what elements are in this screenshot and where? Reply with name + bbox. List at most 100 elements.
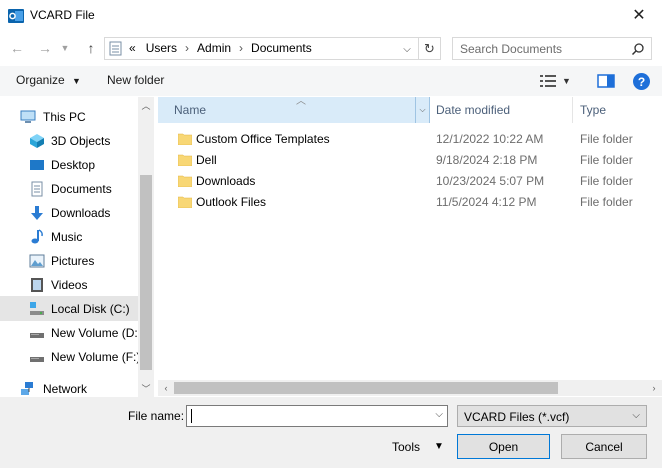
- nav-item-label: Music: [51, 230, 83, 244]
- organize-label: Organize: [16, 73, 65, 87]
- desktop-icon: [30, 160, 44, 170]
- nav-item-label: Documents: [51, 182, 112, 196]
- scroll-up-button[interactable]: ︿: [138, 97, 154, 113]
- tools-button[interactable]: Tools: [392, 440, 420, 454]
- caret-down-icon: ▼: [72, 76, 81, 86]
- drive-icon: [30, 301, 44, 315]
- column-dropdown-button[interactable]: ⌵: [416, 97, 430, 123]
- up-arrow-icon: ↑: [87, 40, 95, 56]
- file-list-header: Name ︿ ⌵ Date modified Type: [158, 96, 662, 123]
- breadcrumb-separator-icon[interactable]: ›: [185, 41, 189, 55]
- nav-item-label: Network: [43, 382, 88, 396]
- recent-locations-button[interactable]: ▼: [58, 38, 72, 58]
- nav-item-videos[interactable]: Videos: [0, 273, 138, 297]
- up-button[interactable]: ↑: [80, 38, 102, 58]
- nav-item-pictures[interactable]: Pictures: [0, 249, 138, 273]
- music-note-icon: [31, 229, 43, 244]
- nav-item-label: 3D Objects: [51, 134, 111, 148]
- text-caret: [191, 409, 192, 423]
- nav-item-music[interactable]: Music: [0, 225, 138, 249]
- search-box[interactable]: Search Documents: [452, 37, 652, 60]
- back-button[interactable]: ←: [6, 38, 28, 58]
- pictures-icon: [29, 254, 45, 268]
- help-icon: ?: [637, 74, 646, 89]
- nav-item-downloads[interactable]: Downloads: [0, 201, 138, 225]
- nav-pane-scroll-thumb[interactable]: [140, 175, 152, 370]
- file-name: Outlook Files: [196, 195, 267, 209]
- new-folder-button[interactable]: New folder: [107, 73, 164, 87]
- column-header-name[interactable]: Name ︿: [158, 96, 416, 123]
- horizontal-scroll-thumb[interactable]: [174, 382, 558, 394]
- drive-icon: [30, 357, 44, 362]
- nav-item-new-volume-f[interactable]: New Volume (F:): [0, 345, 141, 369]
- change-view-button[interactable]: ▼: [540, 73, 580, 89]
- drive-icon: [30, 333, 44, 338]
- breadcrumb-users[interactable]: Users: [146, 41, 177, 55]
- forward-button[interactable]: →: [34, 38, 56, 58]
- 3d-objects-icon: [30, 134, 44, 148]
- nav-item-documents[interactable]: Documents: [0, 177, 138, 201]
- address-bar[interactable]: « Users › Admin › Documents ⌵ ↻: [104, 37, 441, 60]
- scroll-right-button[interactable]: ›: [646, 380, 662, 396]
- close-icon: ✕: [632, 7, 646, 24]
- file-date: 12/1/2022 10:22 AM: [436, 132, 544, 146]
- nav-item-label: Videos: [51, 278, 88, 292]
- file-name: Downloads: [196, 174, 256, 188]
- file-row[interactable]: Dell 9/18/2024 2:18 PM File folder: [158, 149, 662, 170]
- breadcrumb-admin[interactable]: Admin: [197, 41, 231, 55]
- file-row[interactable]: Downloads 10/23/2024 5:07 PM File folder: [158, 170, 662, 191]
- nav-item-desktop[interactable]: Desktop: [0, 153, 138, 177]
- nav-item-local-disk-c[interactable]: Local Disk (C:): [0, 296, 138, 321]
- nav-item-new-volume-d[interactable]: New Volume (D:: [0, 321, 138, 345]
- back-arrow-icon: ←: [10, 40, 24, 56]
- nav-item-this-pc[interactable]: This PC: [0, 105, 138, 129]
- cancel-button[interactable]: Cancel: [561, 434, 647, 459]
- nav-item-label: Downloads: [51, 206, 111, 220]
- nav-item-label: New Volume (D:: [51, 326, 138, 340]
- download-arrow-icon: [31, 206, 43, 220]
- folder-icon: [178, 175, 192, 187]
- close-button[interactable]: ✕: [616, 0, 662, 30]
- search-input[interactable]: Search Documents: [460, 42, 562, 56]
- refresh-button[interactable]: ↻: [418, 38, 440, 59]
- file-type: File folder: [580, 174, 633, 188]
- folder-icon: [178, 133, 192, 145]
- breadcrumb-separator-icon[interactable]: ›: [239, 41, 243, 55]
- help-button[interactable]: ?: [633, 73, 650, 90]
- column-header-type[interactable]: Type: [574, 97, 662, 123]
- column-label: Type: [580, 103, 607, 117]
- file-row[interactable]: Custom Office Templates 12/1/2022 10:22 …: [158, 128, 662, 149]
- chevron-up-icon: ︿: [141, 100, 151, 111]
- organize-button[interactable]: Organize ▼: [16, 73, 81, 87]
- file-name-input[interactable]: ⌵: [186, 405, 448, 427]
- preview-pane-icon[interactable]: [596, 72, 616, 90]
- file-name-dropdown-button[interactable]: ⌵: [435, 409, 443, 420]
- breadcrumb-overflow[interactable]: «: [129, 41, 136, 55]
- nav-item-label: This PC: [43, 110, 86, 124]
- column-label: Name: [174, 103, 207, 117]
- chevron-down-icon: ﹀: [141, 383, 151, 394]
- scroll-down-button[interactable]: ﹀: [138, 380, 154, 396]
- nav-item-3d-objects[interactable]: 3D Objects: [0, 129, 138, 153]
- chevron-down-icon: ⌵: [403, 43, 411, 55]
- forward-arrow-icon: →: [38, 40, 52, 56]
- details-view-icon: [540, 75, 556, 87]
- breadcrumb: « Users › Admin › Documents: [129, 41, 312, 55]
- caret-down-icon: ▼: [562, 76, 571, 86]
- address-dropdown-button[interactable]: ⌵: [400, 40, 414, 58]
- nav-item-label: Local Disk (C:): [51, 301, 130, 316]
- column-header-date[interactable]: Date modified: [430, 97, 573, 123]
- open-button[interactable]: Open: [457, 434, 550, 459]
- breadcrumb-documents[interactable]: Documents: [251, 41, 312, 55]
- outlook-icon: [8, 9, 24, 23]
- file-row[interactable]: Outlook Files 11/5/2024 4:12 PM File fol…: [158, 191, 662, 212]
- scroll-left-button[interactable]: ‹: [158, 380, 174, 396]
- nav-item-network[interactable]: Network: [0, 377, 138, 397]
- file-type: File folder: [580, 132, 633, 146]
- file-type-select[interactable]: VCARD Files (*.vcf) ⌵: [457, 405, 647, 427]
- chevron-down-icon: ⌵: [419, 105, 426, 114]
- caret-down-icon[interactable]: ▼: [434, 441, 444, 452]
- nav-item-label: New Volume (F:): [51, 350, 141, 364]
- chevron-left-icon: ‹: [164, 383, 168, 393]
- nav-item-label: Desktop: [51, 158, 96, 172]
